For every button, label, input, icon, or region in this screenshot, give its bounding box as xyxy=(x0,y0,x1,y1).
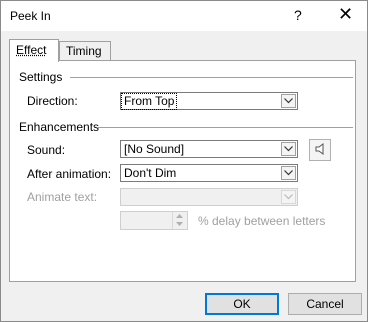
chevron-down-icon[interactable] xyxy=(281,94,296,108)
direction-value: From Top xyxy=(120,93,178,110)
spin-up-icon[interactable] xyxy=(173,212,186,220)
delay-suffix-label: % delay between letters xyxy=(198,214,326,228)
animate-text-label: Animate text: xyxy=(27,190,98,204)
enhancements-divider xyxy=(98,127,353,128)
dialog-title: Peek In xyxy=(10,9,51,23)
tab-timing-label: Timing xyxy=(66,44,102,58)
effect-panel: Settings Direction: From Top Enhancement… xyxy=(9,60,356,282)
chevron-down-icon[interactable] xyxy=(281,142,296,156)
help-button[interactable]: ? xyxy=(294,7,302,23)
sound-value: [No Sound] xyxy=(124,142,185,156)
after-animation-select[interactable]: Don't Dim xyxy=(120,164,298,182)
tab-effect[interactable]: Effect xyxy=(9,39,59,62)
peek-in-dialog: Peek In ? ✕ Effect Timing Settings Direc… xyxy=(0,0,368,322)
close-button[interactable]: ✕ xyxy=(338,4,353,24)
sound-label: Sound: xyxy=(27,143,66,157)
spin-buttons xyxy=(172,212,187,229)
sound-preview-button[interactable] xyxy=(309,139,331,161)
ok-button[interactable]: OK xyxy=(205,293,279,315)
after-animation-value: Don't Dim xyxy=(124,166,177,180)
direction-select[interactable]: From Top xyxy=(120,92,298,110)
settings-divider xyxy=(70,77,353,78)
enhancements-group-label: Enhancements xyxy=(19,120,100,134)
title-bar: Peek In ? ✕ xyxy=(1,1,367,31)
delay-spinner[interactable] xyxy=(120,211,188,230)
sound-select[interactable]: [No Sound] xyxy=(120,140,298,158)
speaker-icon xyxy=(315,142,325,158)
settings-group-label: Settings xyxy=(19,70,63,84)
animate-text-select[interactable] xyxy=(120,188,298,206)
cancel-button[interactable]: Cancel xyxy=(288,293,362,315)
tab-effect-label: Effect xyxy=(16,43,47,57)
chevron-down-icon xyxy=(281,190,296,204)
spin-down-icon[interactable] xyxy=(173,220,186,228)
after-animation-label: After animation: xyxy=(27,167,112,181)
direction-label: Direction: xyxy=(27,94,78,108)
chevron-down-icon[interactable] xyxy=(281,166,296,180)
tab-timing[interactable]: Timing xyxy=(59,41,111,61)
